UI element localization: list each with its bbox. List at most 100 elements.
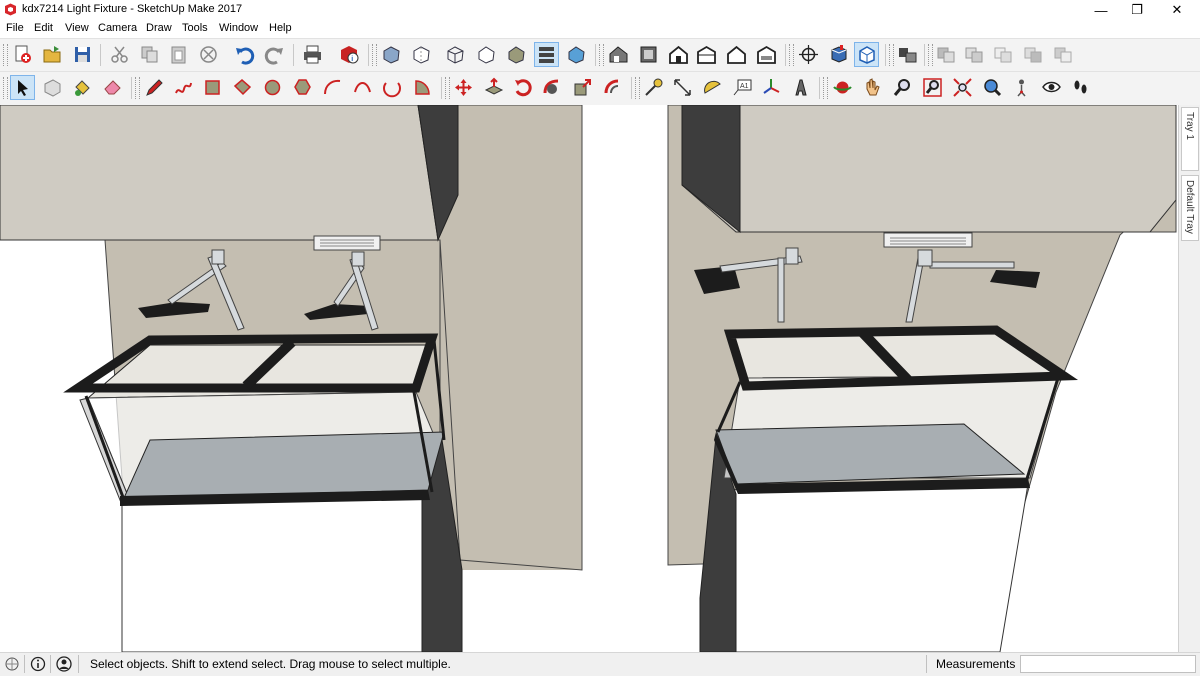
toolbar-grip[interactable] [889,44,894,66]
toolbar-grip[interactable] [635,77,640,99]
open-folder-icon[interactable] [40,42,65,67]
cut-scissors-icon[interactable] [107,42,132,67]
toolbar-grip[interactable] [135,77,140,99]
outer-shell-icon[interactable] [934,42,959,67]
menu-view[interactable]: View [65,22,89,34]
erase-circle-icon[interactable] [196,42,221,67]
menu-help[interactable]: Help [269,22,292,34]
move-icon[interactable] [451,75,476,100]
measurements-input[interactable] [1020,655,1196,673]
select-arrow-icon[interactable] [10,75,35,100]
menu-file[interactable]: File [6,22,24,34]
model-info-icon[interactable]: i [337,42,362,67]
toolbar-grip[interactable] [928,44,933,66]
shaded-style-icon[interactable] [504,42,529,67]
close-button[interactable]: ✕ [1154,0,1200,20]
left-aquarium [63,333,446,507]
toolbar-grip[interactable] [789,44,794,66]
freehand-icon[interactable] [171,75,196,100]
tape-measure-icon[interactable] [641,75,666,100]
toolbar-grip[interactable] [823,77,828,99]
rectangle-icon[interactable] [200,75,225,100]
three-point-arc-icon[interactable] [380,75,405,100]
text-label-icon[interactable]: A1 [730,75,755,100]
iso-view-icon[interactable] [606,42,631,67]
print-icon[interactable] [300,42,325,67]
monochrome-style-icon[interactable] [564,42,589,67]
menu-edit[interactable]: Edit [34,22,53,34]
zoom-magnifier-icon[interactable] [890,75,915,100]
pan-hand-icon[interactable] [860,75,885,100]
intersect-icon[interactable] [962,42,987,67]
3d-text-icon[interactable] [788,75,813,100]
circle-icon[interactable] [260,75,285,100]
undo-icon[interactable] [232,42,257,67]
xray-style-icon[interactable] [379,42,404,67]
display-section-planes-icon[interactable] [826,42,851,67]
hidden-line-style-icon[interactable] [474,42,499,67]
new-file-icon[interactable] [10,42,35,67]
scale-icon[interactable] [570,75,595,100]
back-edges-style-icon[interactable] [409,42,434,67]
left-base-cabinet [121,496,423,652]
paint-bucket-icon[interactable] [70,75,95,100]
zoom-extents-icon[interactable] [950,75,975,100]
user-account-icon[interactable] [56,656,72,672]
previous-view-icon[interactable] [980,75,1005,100]
position-camera-icon[interactable] [1009,75,1034,100]
arc-icon[interactable] [320,75,345,100]
make-component-icon[interactable] [40,75,65,100]
display-section-cuts-icon[interactable] [854,42,879,67]
polygon-icon[interactable] [290,75,315,100]
rotate-icon[interactable] [511,75,536,100]
follow-me-icon[interactable] [540,75,565,100]
toolbar-grip[interactable] [3,44,8,66]
front-view-icon[interactable] [666,42,691,67]
orbit-icon[interactable] [830,75,855,100]
toolbar-grip[interactable] [3,77,8,99]
geo-location-icon[interactable] [4,656,20,672]
save-disk-icon[interactable] [70,42,95,67]
menu-window[interactable]: Window [219,22,258,34]
tray-tab-default[interactable]: Default Tray [1181,175,1199,241]
top-view-icon[interactable] [636,42,661,67]
toolbar-grip[interactable] [445,77,450,99]
toolbar-grip[interactable] [599,44,604,66]
axes-icon[interactable] [759,75,784,100]
menu-tools[interactable]: Tools [182,22,208,34]
pencil-line-icon[interactable] [142,75,167,100]
push-pull-icon[interactable] [481,75,506,100]
trim-icon[interactable] [1051,42,1076,67]
offset-icon[interactable] [600,75,625,100]
right-view-icon[interactable] [694,42,719,67]
paste-icon[interactable] [166,42,191,67]
shaded-textures-style-icon[interactable] [534,42,559,67]
right-vent [883,232,973,248]
menu-camera[interactable]: Camera [98,22,137,34]
back-view-icon[interactable] [724,42,749,67]
look-around-eye-icon[interactable] [1039,75,1064,100]
wireframe-style-icon[interactable] [443,42,468,67]
credits-info-icon[interactable] [30,656,46,672]
section-plane-icon[interactable] [796,42,821,67]
two-point-arc-icon[interactable] [350,75,375,100]
left-view-icon[interactable] [754,42,779,67]
zoom-window-icon[interactable] [920,75,945,100]
pie-icon[interactable] [410,75,435,100]
svg-text:A1: A1 [740,83,749,90]
toolbar-grip[interactable] [372,44,377,66]
copy-icon[interactable] [137,42,162,67]
walk-footprints-icon[interactable] [1068,75,1093,100]
subtract-icon[interactable] [1021,42,1046,67]
menu-bar: File Edit View Camera Draw Tools Window … [0,20,1200,38]
components-icon[interactable] [895,42,920,67]
menu-draw[interactable]: Draw [146,22,172,34]
redo-icon[interactable] [262,42,287,67]
rotated-rectangle-icon[interactable] [230,75,255,100]
protractor-icon[interactable] [700,75,725,100]
dimension-icon[interactable] [670,75,695,100]
union-icon[interactable] [991,42,1016,67]
tray-tab-tray-1[interactable]: Tray 1 [1181,107,1199,171]
model-viewport[interactable] [0,105,1178,652]
eraser-icon[interactable] [100,75,125,100]
